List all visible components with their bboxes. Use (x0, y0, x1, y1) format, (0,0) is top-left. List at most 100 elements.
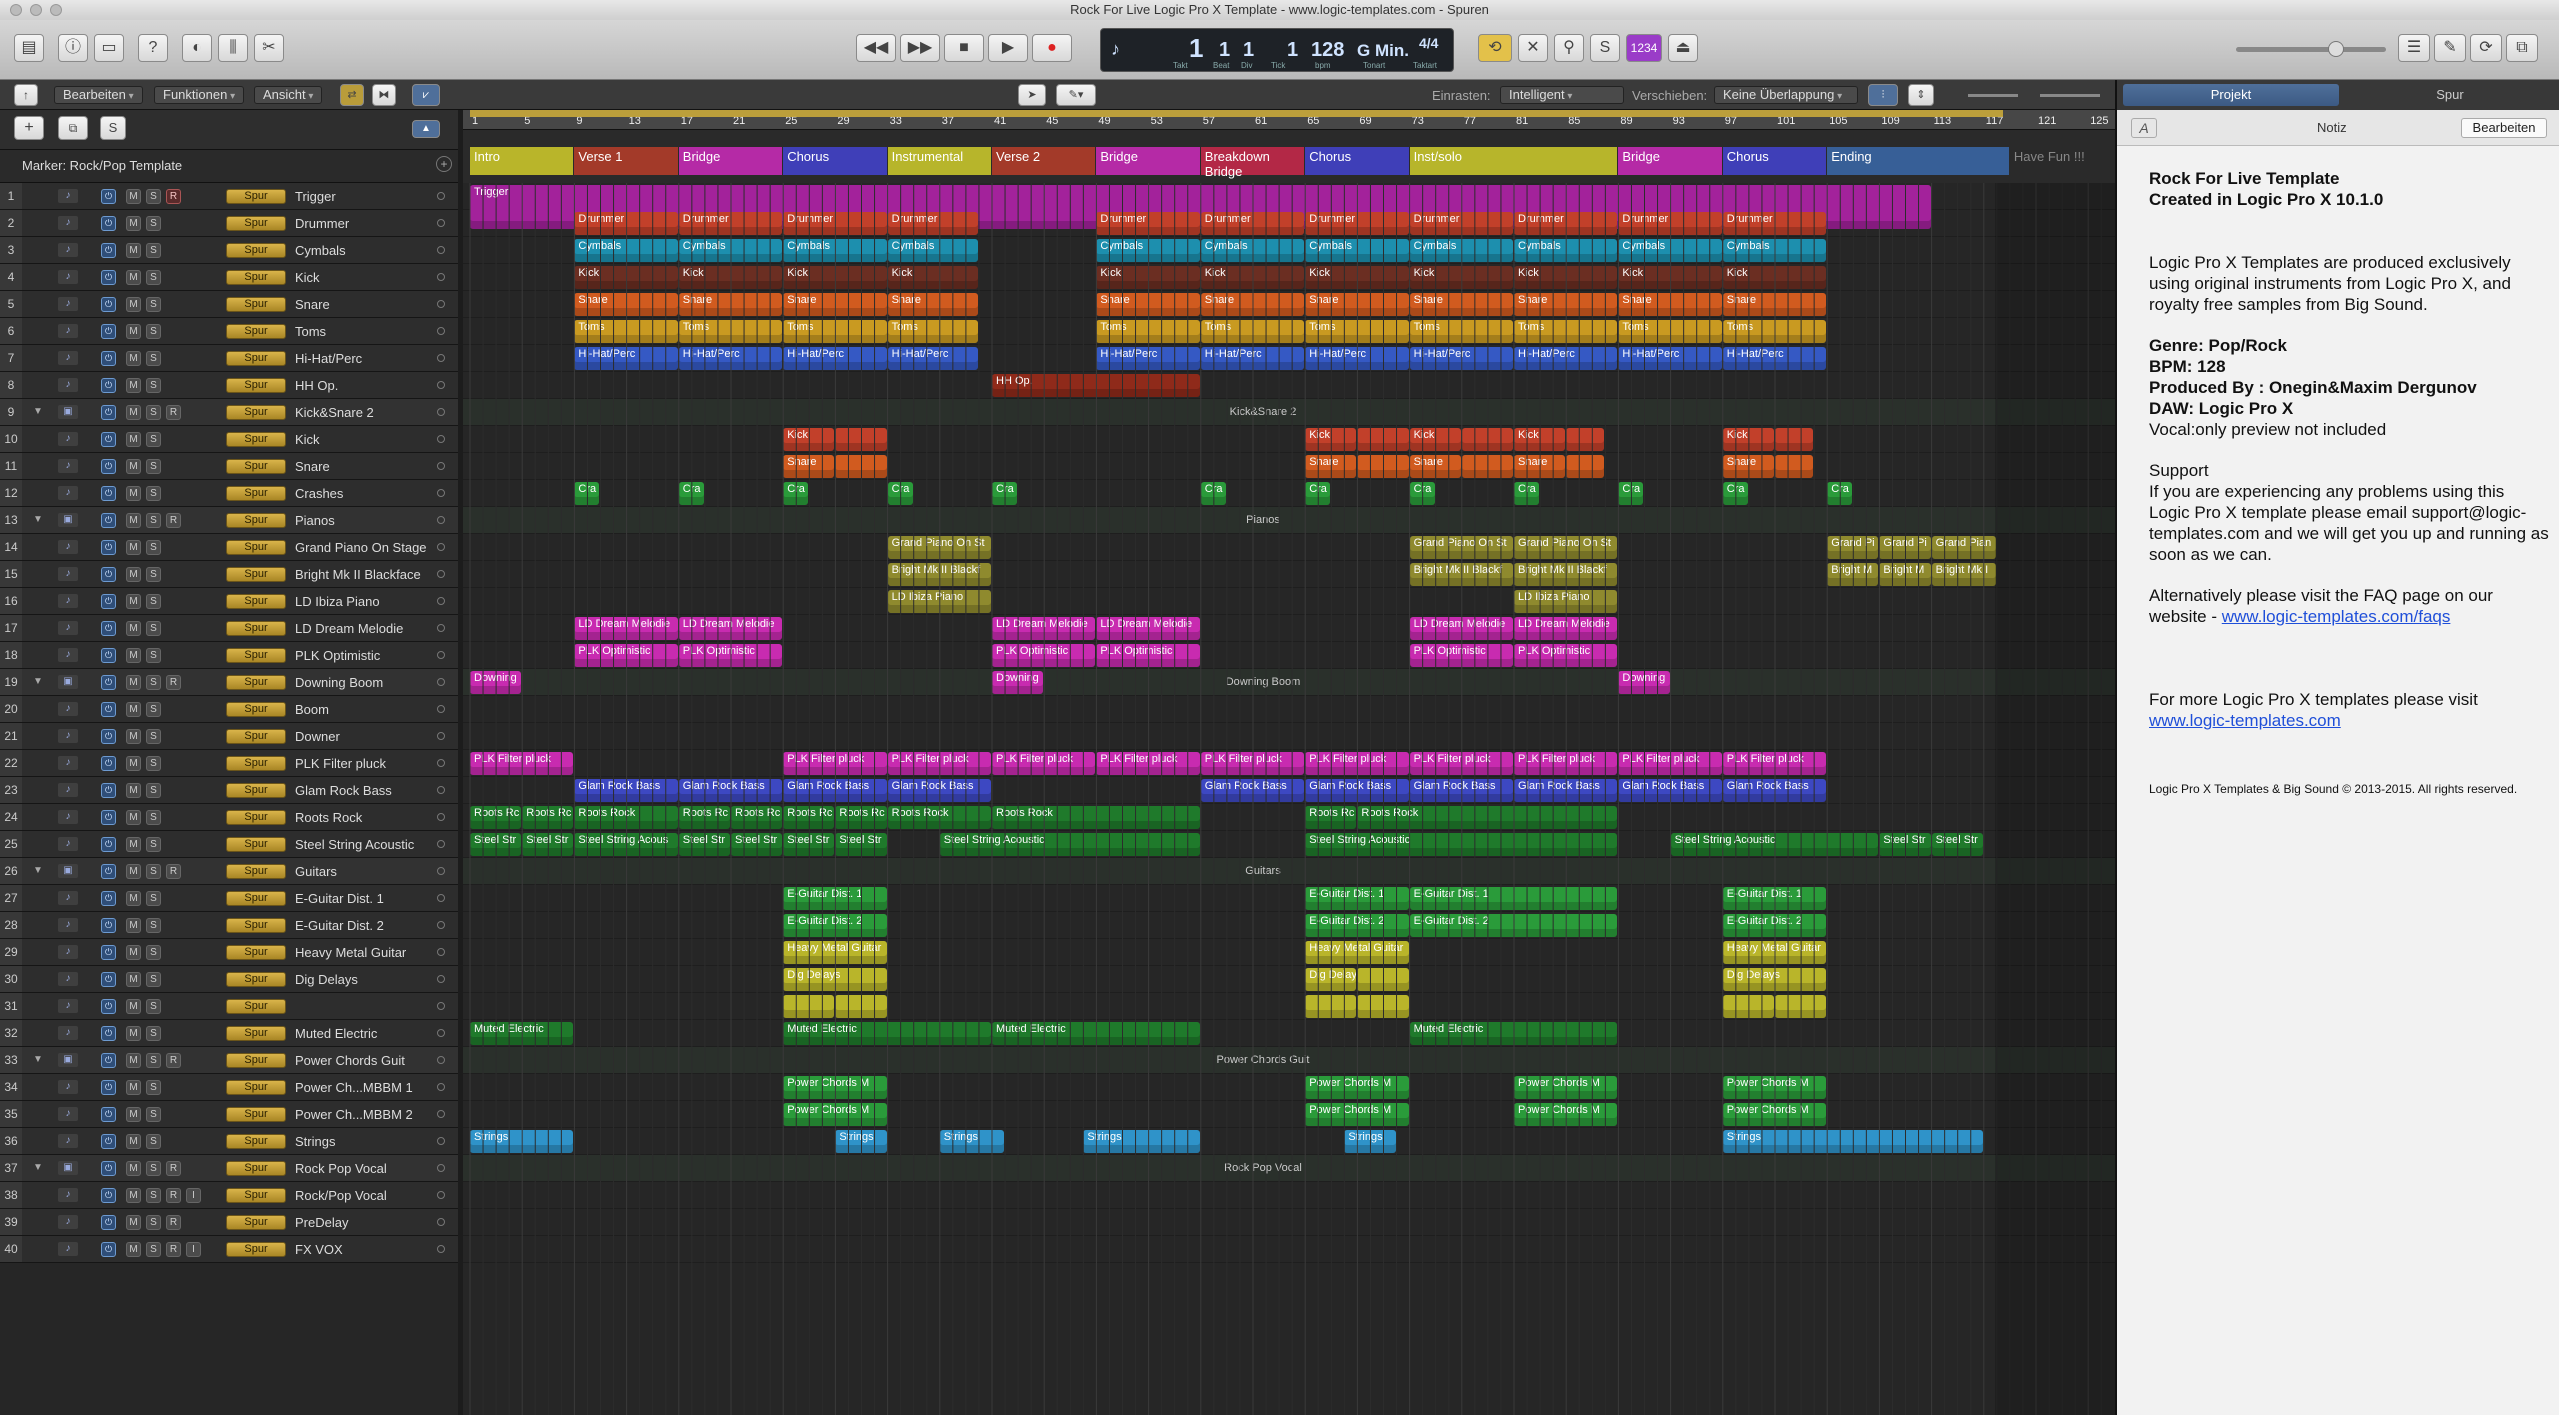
region[interactable]: Drummer (1618, 212, 1722, 235)
track-button[interactable]: Spur (226, 918, 286, 933)
mute-button[interactable]: M (126, 945, 141, 960)
solo-button[interactable]: S (146, 837, 161, 852)
mute-button[interactable]: M (126, 486, 141, 501)
track-name[interactable]: Muted Electric (295, 1026, 435, 1041)
track-options-icon[interactable] (437, 516, 445, 524)
track-options-icon[interactable] (437, 840, 445, 848)
region[interactable]: Bright Mk II Blackf (887, 563, 991, 586)
solo-button[interactable]: S (146, 324, 161, 339)
track-header[interactable]: 9 ▼ ▣ ⏻ M S R Spur Kick&Snare 2 (0, 399, 458, 426)
mixer-icon[interactable]: ⫼ (218, 34, 248, 62)
track-options-icon[interactable] (437, 1056, 445, 1064)
record-enable-button[interactable]: R (166, 1215, 181, 1230)
region[interactable]: Roots Rock (1357, 806, 1618, 829)
lcd-tempo[interactable]: 128 (1311, 39, 1344, 62)
region[interactable]: Roots Rock (992, 806, 1200, 829)
track-on-icon[interactable]: ⏻ (101, 216, 116, 231)
track-options-icon[interactable] (437, 1191, 445, 1199)
track-name[interactable]: Power Ch...MBBM 1 (295, 1080, 435, 1095)
track-button[interactable]: Spur (226, 1107, 286, 1122)
region[interactable]: Dig Delays (1305, 968, 1357, 991)
play-button[interactable]: ▶ (988, 34, 1028, 62)
track-button[interactable]: Spur (226, 999, 286, 1014)
track-button[interactable]: Spur (226, 540, 286, 555)
mute-button[interactable]: M (126, 729, 141, 744)
track-header[interactable]: 24 ♪ ⏻ M S Spur Roots Rock (0, 804, 458, 831)
track-options-icon[interactable] (437, 543, 445, 551)
region[interactable]: Toms (1514, 320, 1618, 343)
region[interactable]: Steel Str (1879, 833, 1931, 856)
region[interactable]: E-Guitar Dist. 2 (1409, 914, 1618, 937)
marker[interactable]: Verse 2 (992, 147, 1096, 175)
region[interactable]: Grand Pian (1931, 536, 1996, 559)
track-header[interactable]: 11 ♪ ⏻ M S Spur Snare (0, 453, 458, 480)
mute-button[interactable]: M (126, 432, 141, 447)
region[interactable]: Kick (1722, 428, 1774, 451)
region[interactable] (1357, 428, 1409, 451)
track-options-icon[interactable] (437, 1164, 445, 1172)
region[interactable]: LD Dream Melodie (1514, 617, 1618, 640)
track-button[interactable]: Spur (226, 567, 286, 582)
region[interactable]: Power Chords M (783, 1103, 887, 1126)
region[interactable]: PLK Optimistic (1514, 644, 1618, 667)
track-options-icon[interactable] (437, 273, 445, 281)
track-button[interactable]: Spur (226, 837, 286, 852)
track-options-icon[interactable] (437, 192, 445, 200)
region[interactable]: Cymbals (1514, 239, 1618, 262)
region[interactable]: Snare (887, 293, 978, 316)
marker[interactable]: Chorus (1722, 147, 1827, 175)
track-on-icon[interactable]: ⏻ (101, 486, 116, 501)
track-button[interactable]: Spur (226, 216, 286, 231)
region[interactable]: Steel Str (678, 833, 730, 856)
region[interactable]: Toms (574, 320, 678, 343)
track-name[interactable]: Guitars (295, 864, 435, 879)
region[interactable]: Cymbals (574, 239, 678, 262)
region[interactable]: Muted Electric (992, 1022, 1200, 1045)
drag-select[interactable]: Keine Überlappung (1714, 86, 1858, 104)
track-name[interactable]: Trigger (295, 189, 435, 204)
region[interactable]: Toms (783, 320, 887, 343)
solo-button[interactable]: S (146, 378, 161, 393)
marker[interactable]: Breakdown Bridge (1200, 147, 1305, 179)
region[interactable]: Hi-Hat/Perc (1096, 347, 1200, 370)
waveform-zoom-icon[interactable]: ⫶ (1868, 84, 1898, 106)
region[interactable]: Kick (1409, 428, 1461, 451)
region[interactable]: Cra (783, 482, 809, 505)
track-button[interactable]: Spur (226, 972, 286, 987)
region[interactable]: Kick (1200, 266, 1305, 289)
track-options-icon[interactable] (437, 489, 445, 497)
track-on-icon[interactable]: ⏻ (101, 837, 116, 852)
up-arrow-icon[interactable]: ↑ (14, 84, 38, 106)
track-name[interactable]: Hi-Hat/Perc (295, 351, 435, 366)
region[interactable]: Glam Rock Bass (1722, 779, 1827, 802)
region[interactable] (1357, 455, 1409, 478)
track-button[interactable]: Spur (226, 945, 286, 960)
track-button[interactable]: Spur (226, 297, 286, 312)
region[interactable]: Roots Rc (678, 806, 730, 829)
region[interactable]: Cymbals (1618, 239, 1722, 262)
region[interactable]: Kick (1305, 266, 1409, 289)
track-on-icon[interactable]: ⏻ (101, 621, 116, 636)
record-enable-button[interactable]: R (166, 1161, 181, 1176)
track-name[interactable]: FX VOX (295, 1242, 435, 1257)
region[interactable]: Hi-Hat/Perc (1722, 347, 1827, 370)
solo-button[interactable]: S (146, 270, 161, 285)
marker[interactable]: Bridge (1618, 147, 1722, 175)
track-header[interactable]: 38 ♪ ⏻ M S R I Spur Rock/Pop Vocal (0, 1182, 458, 1209)
track-header[interactable]: 39 ♪ ⏻ M S R Spur PreDelay (0, 1209, 458, 1236)
track-button[interactable]: Spur (226, 459, 286, 474)
region[interactable]: Cymbals (1722, 239, 1827, 262)
region[interactable]: Snare (1514, 293, 1618, 316)
region[interactable]: PLK Optimistic (678, 644, 783, 667)
solo-button[interactable]: S (146, 648, 161, 663)
region[interactable]: Roots Rock (574, 806, 678, 829)
solo-button[interactable]: S (146, 972, 161, 987)
track-header[interactable]: 29 ♪ ⏻ M S Spur Heavy Metal Guitar (0, 939, 458, 966)
region[interactable]: Heavy Metal Guitar (1305, 941, 1409, 964)
region[interactable] (783, 995, 835, 1018)
track-options-icon[interactable] (437, 813, 445, 821)
track-name[interactable]: Rock Pop Vocal (295, 1161, 435, 1176)
track-on-icon[interactable]: ⏻ (101, 864, 116, 879)
region[interactable]: Toms (1305, 320, 1409, 343)
track-header[interactable]: 37 ▼ ▣ ⏻ M S R Spur Rock Pop Vocal (0, 1155, 458, 1182)
